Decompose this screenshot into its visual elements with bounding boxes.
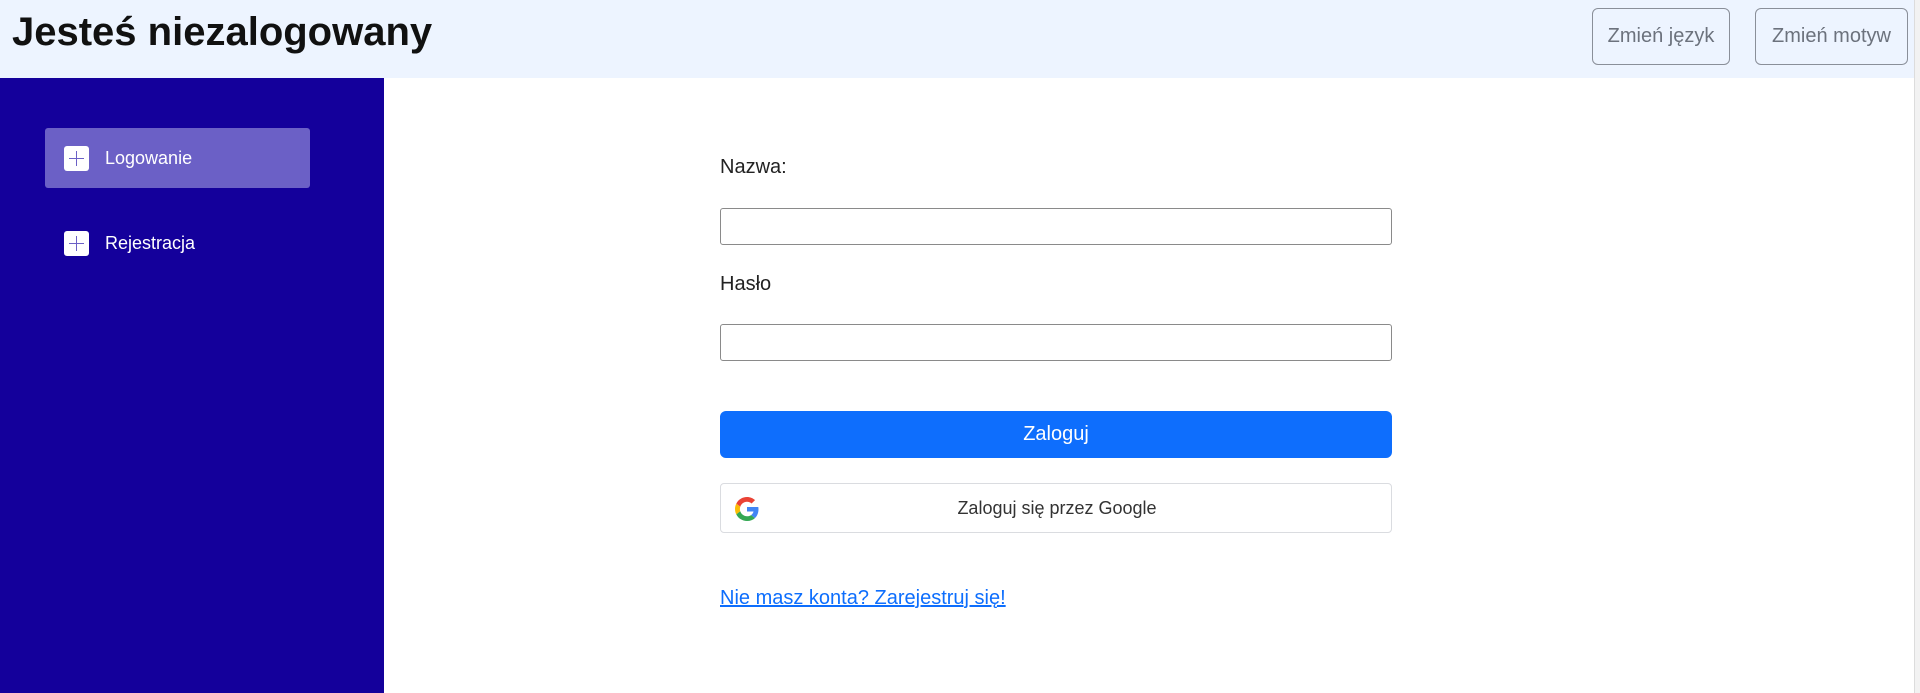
plus-icon xyxy=(64,145,89,171)
sidebar-item-label: Rejestracja xyxy=(105,232,196,253)
google-login-button[interactable]: Zaloguj się przez Google xyxy=(720,483,1392,533)
password-input[interactable] xyxy=(720,324,1392,361)
username-label: Nazwa: xyxy=(720,156,787,178)
password-label: Hasło xyxy=(720,273,772,295)
app-root: Jesteś niezalogowany Zmień język Zmień m… xyxy=(0,0,1920,693)
change-language-button[interactable]: Zmień język xyxy=(1592,8,1730,65)
google-login-label: Zaloguj się przez Google xyxy=(957,498,1157,518)
sidebar: Logowanie Rejestracja xyxy=(0,78,384,693)
scrollbar-track[interactable] xyxy=(1914,0,1920,693)
login-button[interactable]: Zaloguj xyxy=(720,411,1392,458)
page-title: Jesteś niezalogowany xyxy=(12,10,433,54)
plus-icon xyxy=(64,230,89,256)
sidebar-item-label: Logowanie xyxy=(105,147,193,168)
sidebar-item-register[interactable]: Rejestracja xyxy=(45,213,310,273)
username-input[interactable] xyxy=(720,208,1392,245)
change-theme-button[interactable]: Zmień motyw xyxy=(1755,8,1908,65)
register-link[interactable]: Nie masz konta? Zarejestruj się! xyxy=(720,587,1006,610)
top-header: Jesteś niezalogowany Zmień język Zmień m… xyxy=(0,0,1920,78)
sidebar-item-login[interactable]: Logowanie xyxy=(45,128,310,188)
